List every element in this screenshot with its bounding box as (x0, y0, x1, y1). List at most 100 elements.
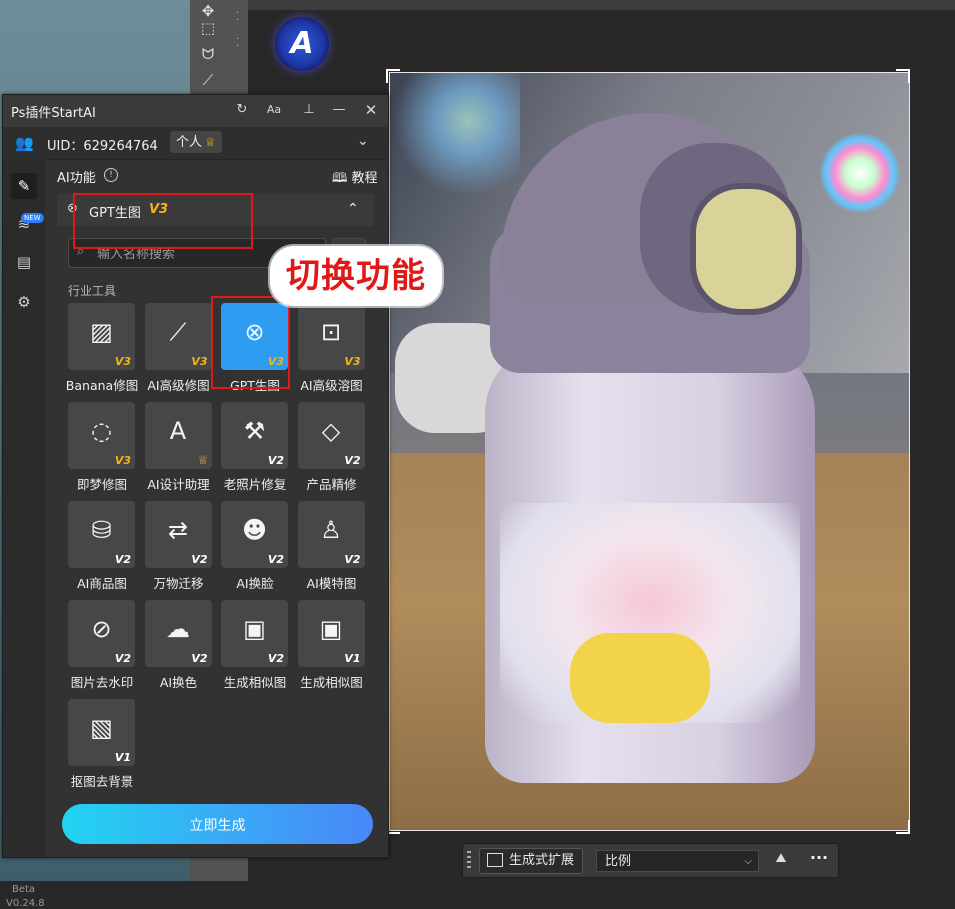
tool-item[interactable]: ▧ V1 抠图去背景 (68, 699, 144, 795)
tutorial-link[interactable]: 🕮 教程 (332, 167, 377, 191)
tutorial-label: 教程 (351, 171, 378, 186)
tool-tile[interactable]: ⊘ V2 (68, 600, 135, 667)
tool-tile[interactable]: ◌ V3 (68, 402, 135, 469)
tool-label: 生成相似图 (223, 675, 287, 690)
tool-tile[interactable]: ▨ V3 (68, 303, 135, 370)
tool-label: 即梦修图 (76, 477, 127, 492)
transform-handle[interactable] (896, 820, 910, 834)
version-badge: V3 (114, 355, 131, 368)
sidebar-item-settings[interactable]: ⚙ (11, 289, 37, 315)
transfer-icon: ⇄ (167, 516, 189, 544)
user-info-row: 👥 UID：629264764 个人 ♕ ⌄ (3, 127, 388, 160)
generate-button[interactable]: 立即生成 (62, 804, 373, 844)
generate-options-icon[interactable]: ⛰ (771, 851, 791, 869)
chevron-down-icon: ⌵ (744, 856, 752, 867)
magic-wand-tool-icon[interactable]: ⟋ (197, 69, 219, 91)
font-size-icon[interactable]: Aa (265, 101, 283, 119)
model-icon: ♙ (320, 516, 342, 544)
version-badge: V2 (114, 652, 131, 665)
tool-tile[interactable]: ⟋ V3 (144, 303, 212, 370)
tool-tile[interactable]: ▧ V1 (68, 699, 135, 766)
tool-item[interactable]: ⛁ V2 AI商品图 (68, 501, 144, 597)
image-edit-icon: ▨ (90, 318, 113, 346)
tool-item[interactable]: ☻ V2 AI换脸 (221, 501, 297, 597)
close-icon[interactable]: ✕ (362, 101, 380, 119)
similar-image-icon: ▣ (243, 615, 266, 643)
sidebar-item-ai-edit[interactable]: ✎ (11, 173, 37, 199)
tool-label: AI换脸 (236, 576, 274, 591)
transform-handle[interactable] (896, 69, 910, 83)
callout-text: 切换功能 (286, 256, 426, 296)
generative-expand-label: 生成式扩展 (509, 853, 575, 868)
startai-logo-icon[interactable]: A (275, 17, 329, 71)
contextual-taskbar: 生成式扩展 比例 ⌵ ⛰ ··· (462, 843, 839, 878)
pencil-icon: ✎ (17, 177, 31, 195)
version-badge: V3 (344, 355, 361, 368)
version-badge: V3 (114, 454, 131, 467)
transform-handle[interactable] (386, 69, 400, 83)
version-badge: V2 (267, 454, 284, 467)
version-badge: V2 (191, 553, 208, 566)
gear-icon: ⚙ (17, 293, 31, 311)
version-label: V0.24.8 (6, 898, 45, 909)
tool-item[interactable]: A ♕ AI设计助理 (144, 402, 221, 498)
panel-titlebar: Ps插件StartAI ↻ Aa ⊥ — ✕ (3, 95, 388, 127)
crown-icon: ♕ (205, 135, 216, 149)
expand-icon (487, 852, 503, 867)
tool-item[interactable]: ▨ V3 Banana修图 (66, 303, 144, 399)
chevron-down-icon[interactable]: ⌄ (357, 133, 369, 149)
tool-tile[interactable]: ⊡ V3 (297, 303, 365, 370)
tool-item[interactable]: ▣ V2 生成相似图 (221, 600, 297, 696)
tool-item[interactable]: ☁ V2 AI换色 (144, 600, 221, 696)
tool-tile[interactable]: A ♕ (144, 402, 212, 469)
panel-title: Ps插件StartAI (11, 106, 96, 121)
tool-item[interactable]: ◌ V3 即梦修图 (68, 402, 144, 498)
tool-tile[interactable]: ⚒ V2 (221, 402, 288, 469)
tool-label: 图片去水印 (70, 675, 134, 690)
tool-tile[interactable]: ♙ V2 (297, 501, 365, 568)
drag-grip-icon[interactable] (467, 851, 471, 871)
minimize-icon[interactable]: — (330, 101, 348, 119)
tool-label: 产品精修 (306, 477, 357, 492)
plan-badge[interactable]: 个人 ♕ (170, 131, 222, 153)
chevron-up-icon[interactable]: ⌃ (347, 201, 359, 217)
annotation-highlight-box (73, 193, 253, 249)
tool-tile[interactable]: ▣ V1 (297, 600, 365, 667)
beta-label: Beta (12, 884, 36, 895)
tool-item[interactable]: ▣ V1 生成相似图 (297, 600, 374, 696)
ratio-select[interactable]: 比例 ⌵ (596, 850, 759, 872)
tool-tile[interactable]: ⛁ V2 (68, 501, 135, 568)
refresh-icon[interactable]: ↻ (233, 101, 251, 119)
sidebar-item-documents[interactable]: ▤ (11, 249, 37, 275)
planet-icon: ◌ (91, 417, 112, 445)
tool-item[interactable]: ⟋ V3 AI高级修图 (144, 303, 221, 399)
tool-tile[interactable]: ☁ V2 (144, 600, 212, 667)
more-options-button[interactable]: ··· (807, 848, 831, 870)
marquee-tool-icon[interactable]: ⬚ (197, 17, 219, 39)
generative-expand-button[interactable]: 生成式扩展 (479, 848, 583, 874)
tool-item[interactable]: ⚒ V2 老照片修复 (221, 402, 297, 498)
tool-item[interactable]: ⊡ V3 AI高级溶图 (297, 303, 374, 399)
tool-item[interactable]: ◇ V2 产品精修 (297, 402, 374, 498)
tool-tile[interactable]: ▣ V2 (221, 600, 288, 667)
users-icon: 👥 (15, 134, 34, 152)
plan-badge-label: 个人 (176, 135, 203, 150)
info-icon[interactable]: ! (104, 168, 118, 182)
tool-tile[interactable]: ◇ V2 (297, 402, 365, 469)
version-badge: V2 (191, 652, 208, 665)
face-swap-icon: ☻ (241, 516, 268, 544)
sidebar-nav: ✎ ≋ ▤ ⚙ Beta V0.24.8 (3, 159, 45, 909)
tool-tile[interactable]: ☻ V2 (221, 501, 288, 568)
version-badge: V2 (344, 553, 361, 566)
tool-item[interactable]: ♙ V2 AI模特图 (297, 501, 374, 597)
tool-label: AI高级溶图 (300, 378, 363, 393)
tool-tile[interactable]: ⇄ V2 (144, 501, 212, 568)
scrollbar[interactable] (374, 281, 380, 801)
version-badge: V2 (267, 652, 284, 665)
lasso-tool-icon[interactable]: ᗢ (197, 43, 219, 65)
tool-item[interactable]: ⊘ V2 图片去水印 (68, 600, 144, 696)
tool-item[interactable]: ⇄ V2 万物迁移 (144, 501, 221, 597)
pin-icon[interactable]: ⊥ (300, 101, 318, 119)
ai-function-heading: AI功能 (57, 171, 96, 186)
recolor-icon: ☁ (166, 615, 190, 643)
